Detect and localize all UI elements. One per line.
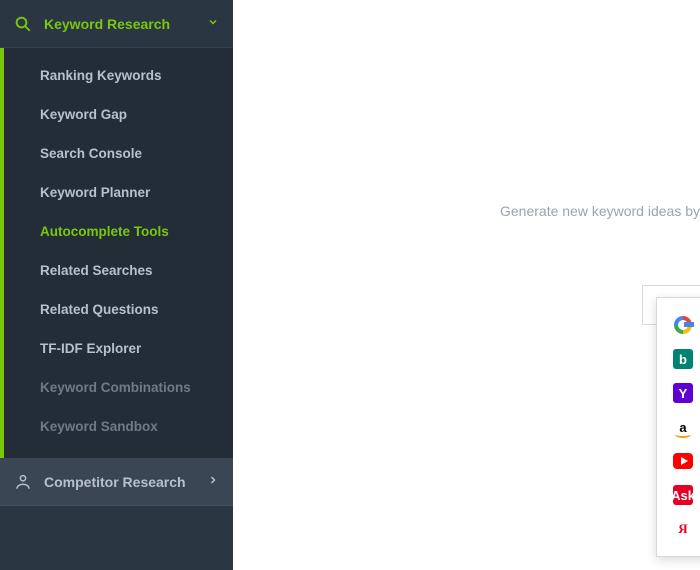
competitor-research-section[interactable]: Competitor Research [0,458,233,506]
provider-dropdown: Google b Bing Y Yahoo! a Amazon YouTube … [656,297,700,557]
yahoo-icon: Y [673,383,693,403]
google-icon [673,315,693,335]
keyword-research-subitems: Ranking Keywords Keyword Gap Search Cons… [0,48,233,458]
youtube-icon [673,451,693,471]
section-title: Keyword Research [44,16,207,32]
dropdown-option-yandex[interactable]: Я Yandex [657,512,700,546]
ask-icon: Ask [673,485,693,505]
sidebar-item-search-console[interactable]: Search Console [4,134,233,173]
yandex-icon: Я [673,519,693,539]
dropdown-option-bing[interactable]: b Bing [657,342,700,376]
dropdown-option-yahoo[interactable]: Y Yahoo! [657,376,700,410]
generate-hint-text: Generate new keyword ideas by [500,203,700,219]
sidebar-item-keyword-gap[interactable]: Keyword Gap [4,95,233,134]
sidebar-item-related-questions[interactable]: Related Questions [4,290,233,329]
sidebar-item-keyword-combinations[interactable]: Keyword Combinations [4,368,233,407]
sidebar-item-ranking-keywords[interactable]: Ranking Keywords [4,56,233,95]
sidebar-item-keyword-planner[interactable]: Keyword Planner [4,173,233,212]
bing-icon: b [673,349,693,369]
amazon-icon: a [673,417,693,437]
main-content: Generate new keyword ideas by Google b B… [233,0,700,570]
dropdown-option-google[interactable]: Google [657,308,700,342]
dropdown-option-youtube[interactable]: YouTube [657,444,700,478]
dropdown-option-amazon[interactable]: a Amazon [657,410,700,444]
person-icon [14,473,32,491]
sidebar-item-keyword-sandbox[interactable]: Keyword Sandbox [4,407,233,446]
chevron-right-icon [207,473,219,491]
section-title: Competitor Research [44,474,207,490]
sidebar-item-related-searches[interactable]: Related Searches [4,251,233,290]
sidebar-item-autocomplete-tools[interactable]: Autocomplete Tools [4,212,233,251]
search-icon [14,15,32,33]
dropdown-option-ask[interactable]: Ask Ask [657,478,700,512]
sidebar-item-tfidf-explorer[interactable]: TF-IDF Explorer [4,329,233,368]
sidebar: Keyword Research Ranking Keywords Keywor… [0,0,233,570]
chevron-down-icon [207,15,219,33]
keyword-research-section[interactable]: Keyword Research [0,0,233,48]
